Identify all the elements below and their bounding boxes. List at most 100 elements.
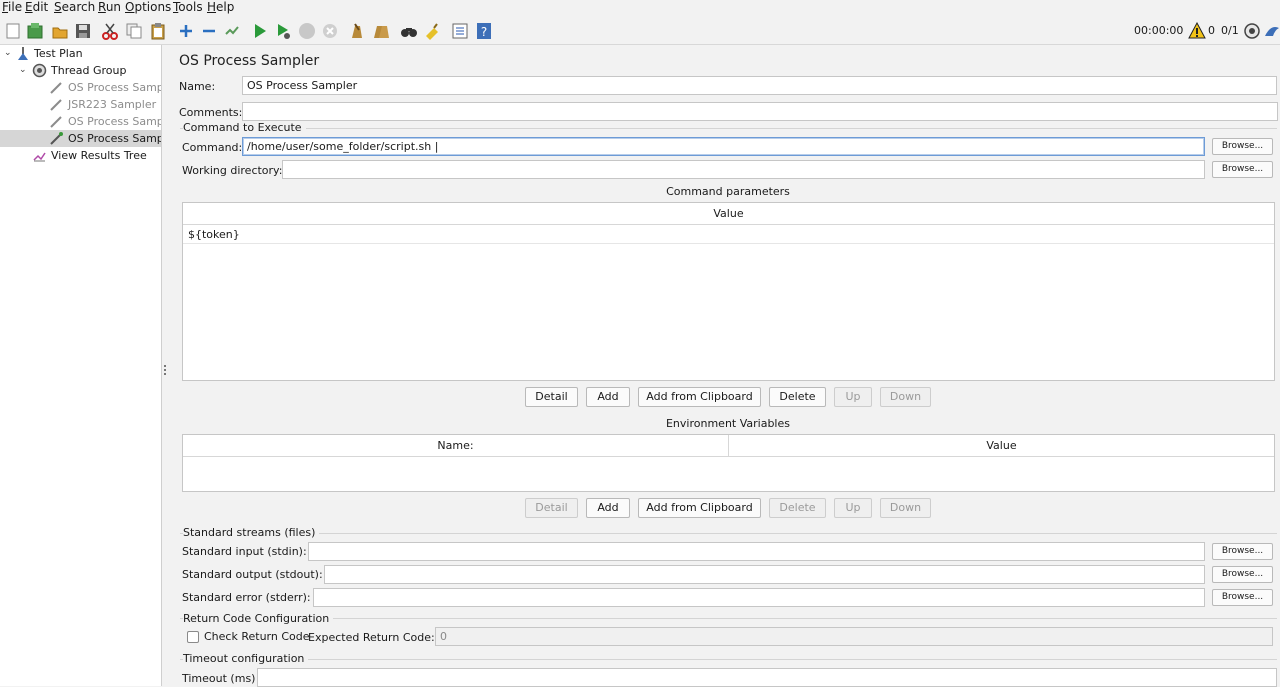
env-header-name: Name: — [183, 435, 729, 457]
timeout-input[interactable] — [257, 668, 1277, 687]
tree-node-thread-group[interactable]: ⌄ Thread Group — [0, 62, 161, 79]
working-dir-label: Working directory: — [182, 164, 283, 177]
new-icon[interactable] — [3, 21, 22, 40]
open-icon[interactable] — [50, 21, 69, 40]
start-no-pauses-icon[interactable] — [273, 21, 292, 40]
params-add-button[interactable]: Add — [586, 387, 630, 407]
tree-node-test-plan[interactable]: ⌄ Test Plan — [0, 45, 161, 62]
collapse-icon[interactable] — [199, 21, 218, 40]
check-return-code-checkbox[interactable] — [187, 631, 199, 643]
shutdown-icon[interactable] — [320, 21, 339, 40]
clear-all-icon[interactable] — [371, 21, 390, 40]
check-return-code-label: Check Return Code — [204, 630, 310, 643]
save-icon[interactable] — [73, 21, 92, 40]
test-plan-icon — [18, 47, 28, 60]
stderr-input[interactable] — [313, 588, 1205, 607]
params-add-clipboard-button[interactable]: Add from Clipboard — [638, 387, 761, 407]
stderr-label: Standard error (stderr): — [182, 591, 311, 604]
splitter-handle[interactable] — [164, 365, 167, 377]
expected-return-input[interactable]: 0 — [435, 627, 1273, 646]
stdin-input[interactable] — [308, 542, 1205, 561]
stdout-label: Standard output (stdout): — [182, 568, 323, 581]
timeout-section-title: Timeout configuration — [183, 652, 309, 665]
comments-input[interactable] — [242, 102, 1278, 121]
timeout-label: Timeout (ms) — [182, 672, 256, 685]
toolbar: ? 00:00:00 0 0/1 — [0, 16, 1280, 45]
name-input[interactable]: OS Process Sampler — [242, 76, 1277, 95]
start-icon[interactable] — [250, 21, 269, 40]
params-detail-button[interactable]: Detail — [525, 387, 578, 407]
command-input[interactable]: /home/user/some_folder/script.sh | — [242, 137, 1205, 156]
stop-icon[interactable] — [297, 21, 316, 40]
env-header-value: Value — [729, 435, 1274, 457]
tree-node-view-results-tree[interactable]: View Results Tree — [0, 147, 161, 164]
results-tree-icon — [33, 152, 46, 162]
env-up-button[interactable]: Up — [834, 498, 872, 518]
templates-icon[interactable] — [25, 21, 44, 40]
active-threads: 0/1 — [1221, 24, 1239, 37]
params-delete-button[interactable]: Delete — [769, 387, 826, 407]
name-label: Name: — [179, 80, 216, 93]
menu-options[interactable]: Options — [125, 0, 171, 15]
thread-group-icon — [32, 63, 47, 78]
comments-label: Comments: — [179, 106, 243, 119]
menu-search[interactable]: Search — [54, 0, 95, 15]
env-delete-button[interactable]: Delete — [769, 498, 826, 518]
stdout-input[interactable] — [324, 565, 1205, 584]
reset-search-icon[interactable] — [422, 21, 441, 40]
stdout-browse-button[interactable]: Browse... — [1212, 566, 1273, 583]
params-title: Command parameters — [666, 185, 790, 198]
cut-icon[interactable] — [100, 21, 119, 40]
env-detail-button[interactable]: Detail — [525, 498, 578, 518]
command-section-title: Command to Execute — [183, 121, 306, 134]
menu-run[interactable]: Run — [98, 0, 121, 15]
menu-help[interactable]: Help — [207, 0, 234, 15]
chevron-down-icon[interactable]: ⌄ — [19, 62, 27, 79]
env-table: Name: Value — [182, 434, 1275, 492]
menu-edit[interactable]: Edit — [25, 0, 48, 15]
clear-icon[interactable] — [347, 21, 366, 40]
sampler-panel: OS Process Sampler Name: OS Process Samp… — [168, 45, 1280, 687]
tree-node-os-process-sampler-2[interactable]: OS Process Sampler — [0, 113, 161, 130]
params-up-button[interactable]: Up — [834, 387, 872, 407]
paste-icon[interactable] — [148, 21, 167, 40]
expected-return-label: Expected Return Code: — [308, 631, 435, 644]
chevron-down-icon[interactable]: ⌄ — [4, 45, 12, 62]
function-helper-icon[interactable] — [450, 21, 469, 40]
search-icon[interactable] — [399, 21, 418, 40]
working-dir-input[interactable] — [282, 160, 1205, 179]
working-dir-browse-button[interactable]: Browse... — [1212, 161, 1273, 178]
env-title: Environment Variables — [665, 417, 790, 430]
command-browse-button[interactable]: Browse... — [1212, 138, 1273, 155]
warning-count: 0 — [1208, 24, 1215, 37]
env-add-button[interactable]: Add — [586, 498, 630, 518]
tree-node-os-process-sampler-1[interactable]: OS Process Sampler — [0, 79, 161, 96]
expand-icon[interactable] — [176, 21, 195, 40]
params-down-button[interactable]: Down — [880, 387, 931, 407]
test-plan-tree: ⌄ Test Plan ⌄ Thread Group OS Process Sa… — [0, 45, 162, 686]
menu-file[interactable]: File — [2, 0, 22, 15]
pipette-icon — [50, 99, 62, 111]
pipette-icon — [50, 82, 62, 94]
warning-icon[interactable] — [1187, 21, 1206, 40]
streams-section-title: Standard streams (files) — [183, 526, 320, 539]
copy-icon[interactable] — [124, 21, 143, 40]
logo-icon — [1262, 21, 1280, 40]
help-icon[interactable]: ? — [474, 21, 493, 40]
params-table: Value ${token} — [182, 202, 1275, 381]
env-down-button[interactable]: Down — [880, 498, 931, 518]
menu-bar: File Edit Search Run Options Tools Help — [0, 0, 1280, 15]
tree-node-jsr223-sampler[interactable]: JSR223 Sampler — [0, 96, 161, 113]
toggle-icon[interactable] — [222, 21, 241, 40]
params-row-value[interactable]: ${token} — [188, 228, 240, 241]
elapsed-timer: 00:00:00 — [1134, 24, 1184, 37]
stdin-browse-button[interactable]: Browse... — [1212, 543, 1273, 560]
panel-title: OS Process Sampler — [179, 53, 320, 69]
menu-tools[interactable]: Tools — [173, 0, 203, 15]
env-add-clipboard-button[interactable]: Add from Clipboard — [638, 498, 761, 518]
stderr-browse-button[interactable]: Browse... — [1212, 589, 1273, 606]
tree-node-os-process-sampler-selected[interactable]: OS Process Sampler — [0, 130, 161, 147]
return-section-title: Return Code Configuration — [183, 612, 334, 625]
pipette-icon — [50, 132, 63, 145]
remote-status-icon[interactable] — [1242, 21, 1261, 40]
